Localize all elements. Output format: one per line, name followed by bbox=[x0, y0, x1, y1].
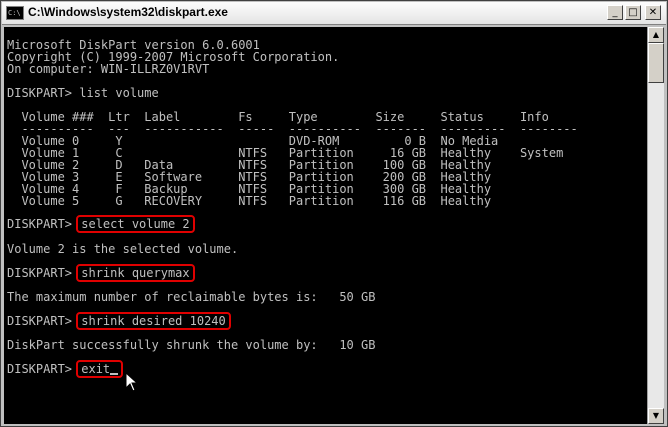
console-icon[interactable]: C:\ bbox=[6, 6, 24, 20]
prompt: DISKPART> bbox=[7, 266, 80, 280]
command-output: DiskPart successfully shrunk the volume … bbox=[7, 338, 376, 352]
table-row: Volume 5 G RECOVERY NTFS Partition 116 G… bbox=[7, 194, 492, 208]
command-line-querymax: DISKPART> shrink querymax bbox=[7, 264, 195, 282]
exit-command-text: exit bbox=[81, 362, 111, 376]
command-output: Volume 2 is the selected volume. bbox=[7, 242, 239, 256]
scroll-thumb[interactable] bbox=[648, 43, 664, 83]
diskpart-window: C:\ C:\Windows\system32\diskpart.exe _ □… bbox=[0, 0, 668, 427]
command-line-select: DISKPART> select volume 2 bbox=[7, 215, 195, 233]
vertical-scrollbar[interactable]: ▲ ▼ bbox=[647, 27, 664, 424]
highlighted-command: exit bbox=[76, 360, 124, 378]
highlighted-command: shrink querymax bbox=[76, 264, 195, 282]
command-line-exit: DISKPART> exit bbox=[7, 360, 124, 378]
close-button[interactable]: ✕ bbox=[645, 5, 661, 20]
highlighted-command: shrink desired 10240 bbox=[76, 312, 231, 330]
window-title: C:\Windows\system32\diskpart.exe bbox=[28, 5, 228, 19]
command-line-shrink: DISKPART> shrink desired 10240 bbox=[7, 312, 231, 330]
prompt: DISKPART> bbox=[7, 362, 80, 376]
scroll-up-arrow-icon[interactable]: ▲ bbox=[648, 27, 664, 43]
mouse-pointer-icon bbox=[125, 372, 139, 392]
prompt: DISKPART> bbox=[7, 217, 80, 231]
command-output: The maximum number of reclaimable bytes … bbox=[7, 290, 376, 304]
list-volume-command: DISKPART> list volume bbox=[7, 86, 159, 100]
prompt: DISKPART> bbox=[7, 314, 80, 328]
minimize-button[interactable]: _ bbox=[607, 5, 623, 20]
console-output[interactable]: Microsoft DiskPart version 6.0.6001 Copy… bbox=[4, 27, 647, 424]
text-cursor bbox=[110, 373, 119, 375]
maximize-button[interactable]: □ bbox=[625, 5, 641, 20]
header-line: On computer: WIN-ILLRZ0V1RVT bbox=[7, 62, 210, 76]
scroll-down-arrow-icon[interactable]: ▼ bbox=[648, 408, 664, 424]
highlighted-command: select volume 2 bbox=[76, 215, 195, 233]
title-bar[interactable]: C:\ C:\Windows\system32\diskpart.exe _ □… bbox=[2, 2, 666, 25]
